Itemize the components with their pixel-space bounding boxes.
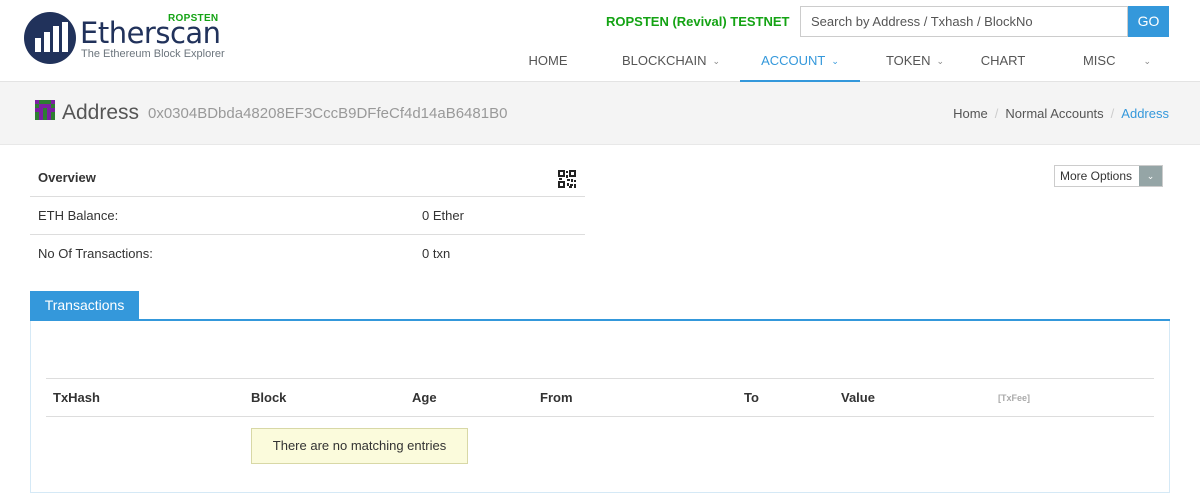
overview-panel: Overview ETH Balance: 0 Ether No Of Tran… (30, 159, 585, 273)
chevron-down-icon: ⌄ (1143, 56, 1152, 66)
column-header-txfee[interactable]: [TxFee] (998, 379, 1030, 417)
column-header-block[interactable]: Block (251, 379, 286, 417)
column-header-age[interactable]: Age (412, 379, 437, 417)
tab-transactions[interactable]: Transactions (30, 291, 139, 321)
nav-blockchain-label: BLOCKCHAIN (621, 53, 707, 68)
identicon-icon (35, 100, 55, 120)
breadcrumb: Home / Normal Accounts / Address (953, 106, 1169, 121)
more-options-label: More Options (1060, 169, 1133, 183)
caret-down-icon: ⌄ (1139, 166, 1163, 186)
overview-row-balance: ETH Balance: 0 Ether (30, 197, 585, 235)
network-label: ROPSTEN (Revival) TESTNET (606, 14, 790, 29)
site-header: Etherscan The Ethereum Block Explorer RO… (0, 0, 1200, 82)
column-header-value[interactable]: Value (841, 379, 875, 417)
nav-chart[interactable]: CHART (968, 44, 1038, 82)
breadcrumb-home[interactable]: Home (953, 106, 988, 121)
overview-header: Overview (30, 159, 585, 197)
table-header-row: TxHash Block Age From To Value [TxFee] (46, 378, 1154, 417)
eth-balance-label: ETH Balance: (38, 208, 119, 223)
main-nav: HOME BLOCKCHAIN ⌄ ACCOUNT ⌄ TOKEN ⌄ CHART M… (0, 44, 1200, 82)
page-title-bar: Address 0x0304BDbda48208EF3CccB9DFfeCf4d… (0, 82, 1200, 145)
nav-token-label: TOKEN (885, 53, 931, 68)
tx-count-value: 0 txn (422, 246, 451, 261)
nav-misc[interactable]: MISC ⌄ (1062, 44, 1172, 82)
logo-network-label: ROPSTEN (168, 13, 219, 24)
column-header-to[interactable]: To (744, 379, 759, 417)
search-go-button[interactable]: GO (1128, 6, 1169, 37)
overview-heading: Overview (38, 170, 96, 185)
transactions-table: TxHash Block Age From To Value [TxFee] (46, 378, 1154, 417)
nav-chart-label: CHART (980, 53, 1026, 68)
nav-misc-label: MISC (1082, 53, 1116, 68)
overview-row-transactions: No Of Transactions: 0 txn (30, 235, 585, 273)
nav-home-label: HOME (528, 53, 568, 68)
chevron-down-icon: ⌄ (831, 56, 839, 66)
eth-balance-value: 0 Ether (422, 208, 464, 223)
tx-count-label: No Of Transactions: (38, 246, 153, 261)
breadcrumb-address: Address (1121, 106, 1169, 121)
nav-blockchain[interactable]: BLOCKCHAIN ⌄ (608, 44, 734, 82)
chevron-down-icon: ⌄ (936, 56, 945, 66)
chevron-down-icon: ⌄ (712, 56, 721, 66)
breadcrumb-normal-accounts[interactable]: Normal Accounts (1005, 106, 1103, 121)
column-header-from[interactable]: From (540, 379, 573, 417)
more-options-button[interactable]: More Options ⌄ (1054, 165, 1164, 187)
nav-account-label: ACCOUNT (761, 53, 826, 68)
column-header-txhash[interactable]: TxHash (53, 379, 100, 417)
address-hash: 0x0304BDbda48208EF3CccB9DFfeCf4d14aB6481… (148, 105, 508, 122)
qr-code-icon[interactable] (558, 170, 576, 188)
nav-home[interactable]: HOME (508, 44, 588, 82)
empty-table-message: There are no matching entries (251, 428, 468, 464)
nav-token[interactable]: TOKEN ⌄ (870, 44, 960, 82)
search-input[interactable] (800, 6, 1128, 37)
page-title: Address (62, 101, 140, 124)
nav-account[interactable]: ACCOUNT ⌄ (740, 44, 860, 82)
